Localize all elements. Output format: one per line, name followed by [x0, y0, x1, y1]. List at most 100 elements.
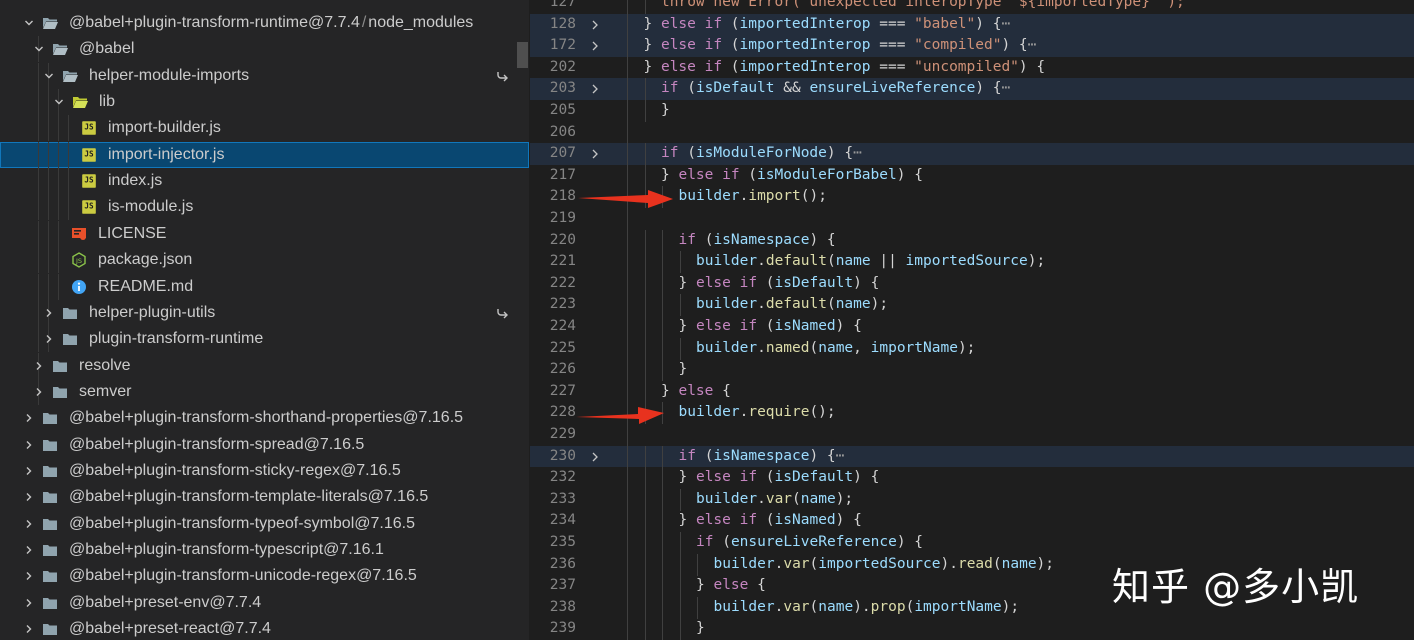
code-line[interactable]: 202} else if (importedInterop === "uncom…	[530, 56, 1414, 79]
chevron-right-icon[interactable]	[21, 590, 37, 616]
tree-item-name: @babel+plugin-transform-unicode-regex@7.…	[69, 567, 417, 585]
code-line[interactable]: 205}	[530, 100, 1414, 122]
code-line[interactable]: 203 if (isDefault && ensureLiveReference)…	[530, 78, 1414, 101]
fold-chevron-icon[interactable]	[590, 83, 600, 99]
code-token: name	[1001, 555, 1037, 572]
code-line[interactable]: 227} else {	[530, 380, 1414, 403]
chevron-right-icon[interactable]	[21, 511, 37, 537]
code-line[interactable]: 127 throw new Error(`unexpected interopTy…	[530, 0, 1414, 14]
tree-item[interactable]: @babel+plugin-transform-shorthand-proper…	[0, 405, 529, 431]
code-line[interactable]: 224} else if (isNamed) {	[530, 316, 1414, 338]
tree-item[interactable]: lib	[0, 89, 529, 116]
tree-item[interactable]: @babel+preset-env@7.7.4	[0, 590, 529, 616]
tree-item[interactable]: @babel	[0, 36, 529, 63]
chevron-right-icon[interactable]	[31, 353, 47, 379]
fold-chevron-icon[interactable]	[590, 40, 600, 56]
folder-icon	[52, 384, 68, 400]
code-line[interactable]: 222} else if (isDefault) {	[530, 272, 1414, 295]
code-line[interactable]: 128} else if (importedInterop === "babel…	[530, 13, 1414, 36]
code-line[interactable]: 172} else if (importedInterop === "compi…	[530, 35, 1414, 58]
tree-item[interactable]: JS is-module.js	[0, 194, 529, 221]
tree-item[interactable]: helper-plugin-utils	[0, 299, 529, 326]
chevron-right-icon[interactable]	[21, 405, 37, 431]
code-line[interactable]: 233 builder.var(name);	[530, 488, 1414, 511]
code-line[interactable]: 230 if (isNamespace) {⋯	[530, 445, 1414, 468]
tree-item[interactable]: LICENSE	[0, 220, 529, 247]
code-token: name	[818, 598, 854, 615]
indent-guide	[48, 220, 49, 247]
fold-chevron-icon[interactable]	[590, 451, 600, 467]
code-line[interactable]: 235 if (ensureLiveReference) {	[530, 532, 1414, 554]
code-token: builder	[696, 253, 758, 270]
code-token: ⋯	[1027, 37, 1037, 54]
chevron-right-icon[interactable]	[41, 300, 57, 326]
chevron-right-icon[interactable]	[21, 563, 37, 589]
indent-guide	[627, 121, 628, 144]
tree-item[interactable]: @babel+plugin-transform-runtime@7.7.4/no…	[0, 10, 529, 36]
tree-item[interactable]: semver	[0, 378, 529, 405]
tree-item[interactable]: JS import-injector.js	[0, 141, 529, 168]
code-line[interactable]: 221 builder.default(name || importedSourc…	[530, 251, 1414, 274]
code-token: importedInterop	[739, 15, 871, 32]
code-line[interactable]: 225 builder.named(name, importName);	[530, 337, 1414, 360]
code-line[interactable]: 217} else if (isModuleForBabel) {	[530, 164, 1414, 187]
code-text: } else {	[661, 383, 731, 399]
tree-item[interactable]: resolve	[0, 352, 529, 379]
folder-icon	[42, 463, 58, 479]
chevron-right-icon[interactable]	[21, 537, 37, 563]
code-line[interactable]: 220 if (isNamespace) {	[530, 229, 1414, 252]
explorer-scrollbar[interactable]	[517, 42, 528, 68]
chevron-right-icon[interactable]	[31, 379, 47, 405]
chevron-right-icon[interactable]	[21, 484, 37, 510]
indent-guide	[627, 272, 628, 295]
code-line[interactable]: 207 if (isModuleForNode) {⋯	[530, 143, 1414, 166]
code-line[interactable]: 232} else if (isDefault) {	[530, 467, 1414, 490]
code-line[interactable]: 234} else if (isNamed) {	[530, 510, 1414, 533]
chevron-down-icon[interactable]	[51, 89, 67, 115]
code-line[interactable]: 223 builder.default(name);	[530, 294, 1414, 317]
indent-guide	[38, 273, 39, 300]
tree-item[interactable]: @babel+plugin-transform-sticky-regex@7.1…	[0, 458, 529, 484]
code-token: );	[1001, 598, 1020, 615]
tree-item[interactable]: plugin-transform-runtime	[0, 326, 529, 353]
tree-item[interactable]: helper-module-imports	[0, 62, 529, 89]
chevron-down-icon[interactable]	[31, 36, 47, 62]
tree-item[interactable]: @babel+plugin-transform-spread@7.16.5	[0, 432, 529, 458]
tree-item-name: plugin-transform-runtime	[89, 330, 264, 348]
fold-chevron-icon[interactable]	[590, 19, 600, 35]
tree-item[interactable]: JS package.json	[0, 247, 529, 274]
tree-item[interactable]: README.md	[0, 273, 529, 300]
code-text: if (isNamespace) {⋯	[679, 448, 845, 464]
code-token: }	[678, 469, 696, 486]
code-text: builder.default(name);	[696, 296, 888, 312]
code-token: (	[722, 37, 740, 54]
folder-icon	[52, 358, 68, 374]
chevron-right-icon[interactable]	[21, 616, 37, 640]
code-line[interactable]: 206	[530, 121, 1414, 144]
line-number: 220	[549, 231, 576, 248]
chevron-down-icon[interactable]	[41, 63, 57, 89]
tree-item[interactable]: JS import-builder.js	[0, 115, 529, 142]
tree-item[interactable]: @babel+preset-react@7.7.4	[0, 616, 529, 640]
tree-item[interactable]: @babel+plugin-transform-typescript@7.16.…	[0, 537, 529, 563]
chevron-right-icon[interactable]	[41, 326, 57, 352]
indent-guide	[38, 194, 39, 221]
chevron-right-icon[interactable]	[21, 458, 37, 484]
code-token: ) {	[835, 318, 862, 334]
tree-item-name: index.js	[108, 172, 163, 190]
chevron-down-icon[interactable]	[21, 10, 37, 36]
chevron-right-icon[interactable]	[21, 432, 37, 458]
tree-item[interactable]: @babel+plugin-transform-template-literal…	[0, 484, 529, 510]
code-token: }	[643, 58, 661, 75]
code-token: name	[818, 339, 854, 356]
folder-icon	[42, 489, 58, 505]
tree-item[interactable]: @babel+plugin-transform-typeof-symbol@7.…	[0, 511, 529, 537]
fold-chevron-icon[interactable]	[590, 148, 600, 164]
code-line[interactable]: 226}	[530, 359, 1414, 382]
code-line[interactable]: 219	[530, 208, 1414, 230]
tree-item-name: @babel+plugin-transform-shorthand-proper…	[69, 409, 464, 427]
code-line[interactable]: 239}	[530, 618, 1414, 640]
code-line[interactable]: 229	[530, 424, 1414, 446]
tree-item[interactable]: @babel+plugin-transform-unicode-regex@7.…	[0, 563, 529, 589]
tree-item[interactable]: JS index.js	[0, 168, 529, 195]
